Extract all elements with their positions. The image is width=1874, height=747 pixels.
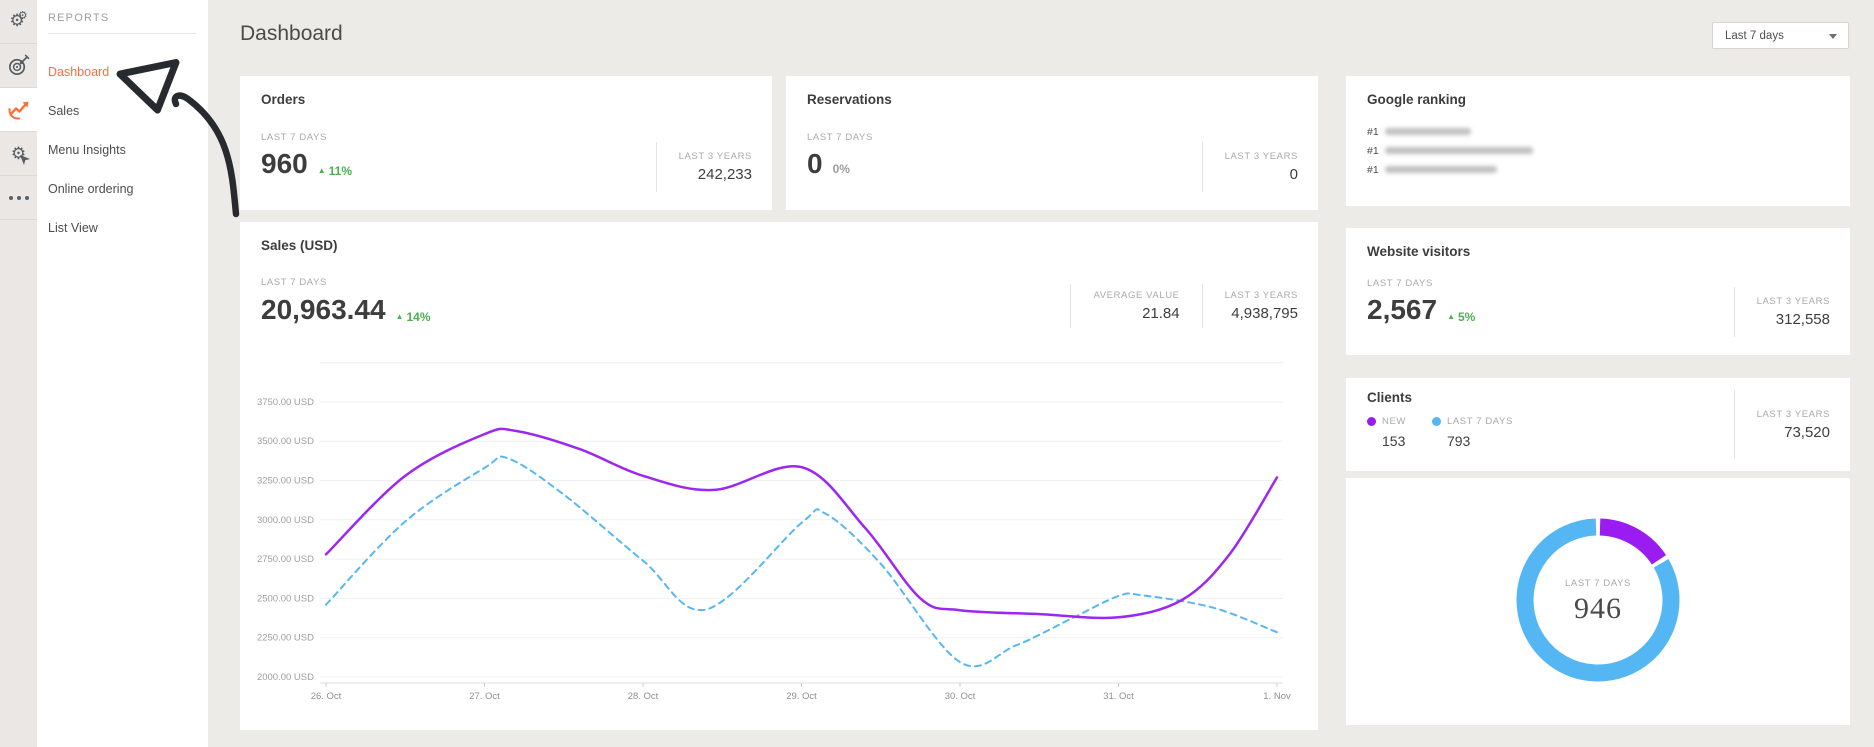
cursor-icon [19,154,31,166]
secondary-label: LAST 3 YEARS [1225,151,1298,162]
svg-text:3250.00 USD: 3250.00 USD [257,476,314,487]
visitors-value: 2,567 [1367,294,1437,326]
up-arrow-icon: ▲ [1447,312,1455,321]
delta-badge: 0% [833,162,850,176]
sidebar: REPORTS DashboardSalesMenu InsightsOnlin… [37,0,208,747]
settings-gears-icon[interactable]: ⚙⚙ [0,0,37,44]
chart-arrow-icon [7,98,31,122]
orders-card: Orders LAST 7 DAYS 960 ▲11% LAST 3 YEARS… [240,76,772,210]
secondary-value: 73,520 [1757,424,1830,441]
redacted-text [1385,166,1497,173]
clients-donut-card: LAST 7 DAYS 946 [1346,478,1850,725]
period-label: LAST 7 DAYS [261,132,327,143]
rank-number: #1 [1367,126,1385,138]
ellipsis-icon [8,195,30,201]
clients-card: Clients NEW 153 LAST 7 DAYS 793 LAST 3 YEAR… [1346,378,1850,471]
card-title: Reservations [807,92,892,107]
legend-label: LAST 7 DAYS [1447,416,1513,427]
legend-value: 793 [1447,433,1513,449]
dashboard-page: ⚙⚙ ⚙ [0,0,1874,747]
secondary-stat: LAST 3 YEARS 0 [1202,142,1298,192]
card-title: Google ranking [1367,92,1466,107]
website-visitors-card: Website visitors LAST 7 DAYS 2,567 ▲5% L… [1346,228,1850,355]
svg-text:1. Nov: 1. Nov [1263,691,1291,702]
svg-text:26. Oct: 26. Oct [311,691,342,702]
sidebar-item-sales[interactable]: Sales [37,92,208,131]
delta-badge: ▲5% [1447,310,1475,324]
period-label: LAST 7 DAYS [807,132,873,143]
svg-text:3000.00 USD: 3000.00 USD [257,515,314,526]
more-dots-icon[interactable] [0,176,37,220]
google-ranking-card: Google ranking #1 #1 #1 [1346,76,1850,206]
legend-label: NEW [1382,416,1406,427]
target-goal-icon[interactable] [0,44,37,88]
secondary-label: LAST 3 YEARS [1757,296,1830,307]
legend-value: 153 [1382,433,1406,449]
sales-line-chart: 2000.00 USD 2250.00 USD 2500.00 USD 2750.00… [240,222,1318,730]
sidebar-item-list-view[interactable]: List View [37,209,208,248]
svg-text:3750.00 USD: 3750.00 USD [257,397,314,408]
sales-card: Sales (USD) LAST 7 DAYS 20,963.44 ▲14% A… [240,222,1318,730]
svg-text:3500.00 USD: 3500.00 USD [257,436,314,447]
secondary-value: 242,233 [679,166,752,183]
svg-text:30. Oct: 30. Oct [945,691,976,702]
secondary-label: LAST 3 YEARS [1757,409,1830,420]
rank-number: #1 [1367,145,1385,157]
rank-number: #1 [1367,164,1385,176]
redacted-text [1385,147,1533,154]
up-arrow-icon: ▲ [318,166,326,175]
donut-center-label: LAST 7 DAYS [1346,578,1850,589]
gear-icon: ⚙⚙ [9,12,27,31]
date-range-dropdown[interactable]: Last 7 days [1712,22,1849,49]
sidebar-menu: DashboardSalesMenu InsightsOnline orderi… [37,53,208,248]
legend-item: LAST 7 DAYS 793 [1432,416,1513,449]
date-range-value: Last 7 days [1725,30,1784,42]
reservations-card: Reservations LAST 7 DAYS 0 0% LAST 3 YEA… [786,76,1318,210]
secondary-stat: LAST 3 YEARS 242,233 [656,142,752,192]
gear-pointer-icon[interactable]: ⚙ [0,132,37,176]
legend-dot-icon [1432,417,1441,426]
clients-legend: NEW 153 LAST 7 DAYS 793 [1367,416,1539,449]
line-chart-icon[interactable] [0,88,37,132]
ranking-row: #1 [1367,160,1533,179]
svg-text:31. Oct: 31. Oct [1103,691,1134,702]
card-title: Clients [1367,390,1412,405]
secondary-stat: LAST 3 YEARS 312,558 [1734,287,1830,337]
svg-text:2250.00 USD: 2250.00 USD [257,633,314,644]
svg-text:2000.00 USD: 2000.00 USD [257,672,314,683]
secondary-value: 312,558 [1757,311,1830,328]
page-title: Dashboard [240,22,343,46]
svg-text:28. Oct: 28. Oct [628,691,659,702]
ranking-row: #1 [1367,141,1533,160]
period-label: LAST 7 DAYS [1367,278,1433,289]
card-title: Website visitors [1367,244,1470,259]
svg-text:29. Oct: 29. Oct [786,691,817,702]
target-icon [7,54,30,77]
ranking-row: #1 [1367,122,1533,141]
secondary-stat: LAST 3 YEARS 73,520 [1734,390,1830,459]
delta-badge: ▲11% [318,164,352,178]
donut-segment [1600,527,1659,560]
card-title: Orders [261,92,305,107]
donut-center-value: 946 [1346,592,1850,626]
ranking-list: #1 #1 #1 [1367,122,1533,179]
series-previous-period [326,457,1277,667]
sidebar-item-menu-insights[interactable]: Menu Insights [37,131,208,170]
divider [48,33,196,34]
icon-rail: ⚙⚙ ⚙ [0,0,37,747]
legend-item: NEW 153 [1367,416,1406,449]
sidebar-item-dashboard[interactable]: Dashboard [37,53,208,92]
legend-dot-icon [1367,417,1376,426]
orders-value: 960 [261,148,308,180]
secondary-value: 0 [1225,166,1298,183]
sidebar-item-online-ordering[interactable]: Online ordering [37,170,208,209]
sidebar-section-title: REPORTS [48,12,109,24]
redacted-text [1385,128,1471,135]
reservations-value: 0 [807,148,823,180]
svg-text:27. Oct: 27. Oct [469,691,500,702]
svg-text:2500.00 USD: 2500.00 USD [257,593,314,604]
secondary-label: LAST 3 YEARS [679,151,752,162]
svg-text:2750.00 USD: 2750.00 USD [257,554,314,565]
chevron-down-icon [1829,34,1837,39]
